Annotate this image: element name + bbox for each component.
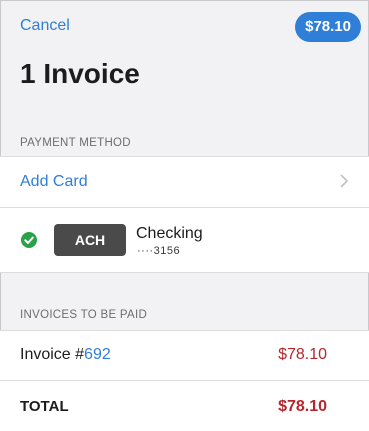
invoice-label-prefix: Invoice # bbox=[20, 346, 85, 363]
add-card-row[interactable]: Add Card bbox=[0, 157, 369, 207]
account-number: ····3156 bbox=[137, 245, 181, 257]
total-amount: $78.10 bbox=[278, 398, 327, 415]
invoice-amount: $78.10 bbox=[278, 346, 327, 363]
total-label: TOTAL bbox=[20, 398, 69, 415]
total-row: TOTAL $78.10 bbox=[0, 381, 369, 431]
cancel-button[interactable]: Cancel bbox=[20, 17, 70, 35]
account-type-badge: ACH bbox=[54, 224, 126, 256]
pay-amount-button[interactable]: $78.10 bbox=[295, 12, 361, 42]
invoice-label: Invoice #692 bbox=[20, 346, 111, 364]
checkmark-circle-icon bbox=[21, 232, 37, 248]
page-title: 1 Invoice bbox=[20, 58, 140, 89]
payment-account-row[interactable]: ACH Checking ····3156 bbox=[0, 208, 369, 272]
account-name: Checking bbox=[136, 225, 203, 242]
divider bbox=[0, 272, 369, 273]
payment-method-section-header: PAYMENT METHOD bbox=[20, 137, 131, 149]
navigation-bar: Cancel $78.10 bbox=[0, 0, 369, 56]
invoice-row: Invoice #692 $78.10 bbox=[0, 331, 369, 380]
add-card-label[interactable]: Add Card bbox=[20, 173, 88, 191]
invoice-number-link[interactable]: 692 bbox=[84, 346, 111, 363]
invoices-section-header: INVOICES TO BE PAID bbox=[20, 309, 148, 321]
chevron-right-icon bbox=[340, 174, 348, 188]
